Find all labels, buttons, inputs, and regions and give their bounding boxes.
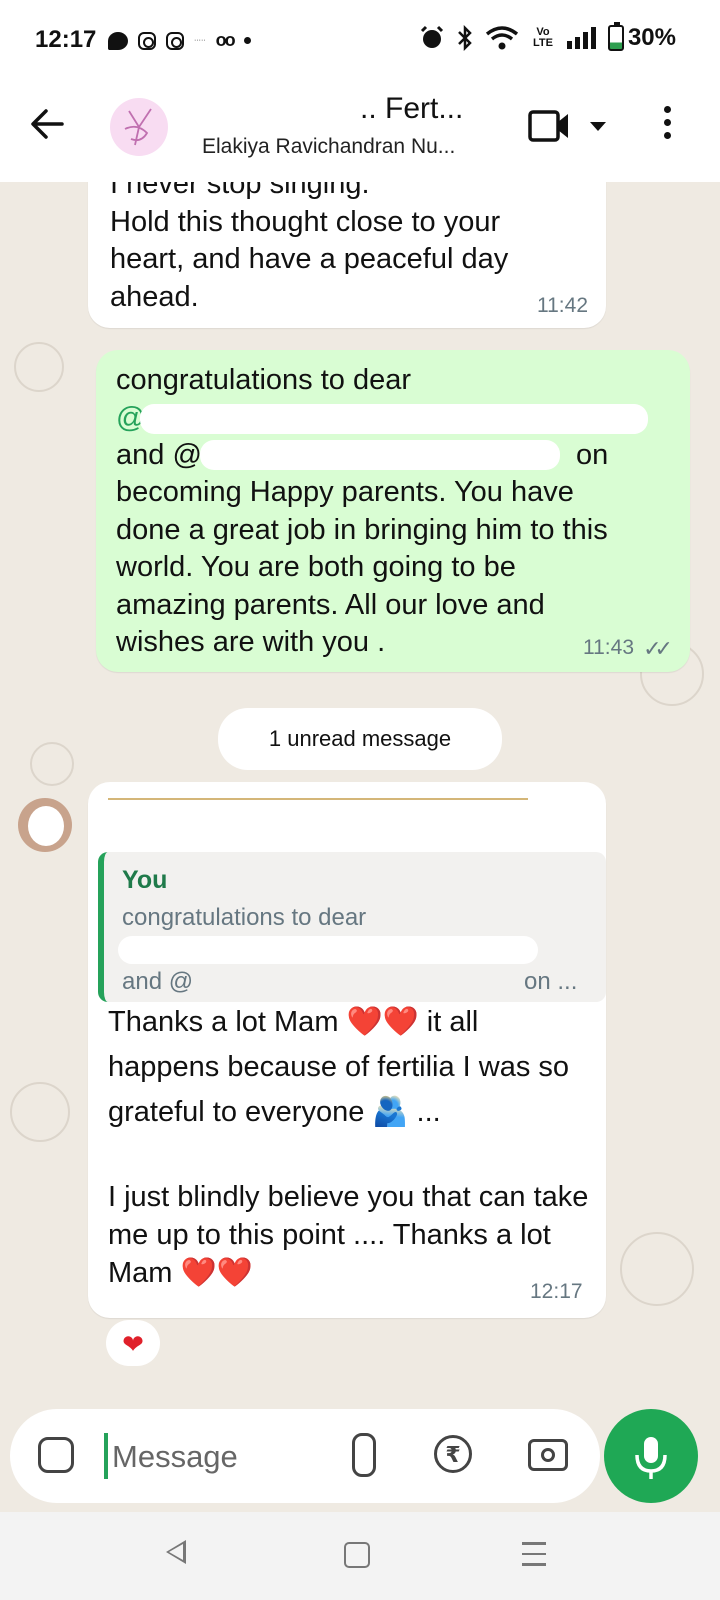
- message-line-3-prefix: and @: [116, 439, 202, 471]
- redaction: [194, 968, 514, 998]
- more-options-icon[interactable]: [664, 106, 671, 139]
- battery-percent: 30%: [627, 24, 676, 51]
- sticker-emoji-icon[interactable]: [38, 1437, 74, 1473]
- message-time: 11:42: [537, 294, 588, 317]
- logo-icon: [124, 108, 152, 146]
- nav-home-icon[interactable]: [344, 1542, 370, 1568]
- wifi-icon: [485, 26, 519, 50]
- app-notification-icon: ·····: [194, 37, 206, 44]
- redaction: [200, 440, 560, 470]
- sender-name-redacted: [108, 798, 528, 806]
- quote-author: You: [122, 866, 168, 894]
- chat-header: .. Fert... Elakiya Ravichandran Nu...: [0, 82, 720, 182]
- video-call-icon[interactable]: [528, 108, 572, 144]
- status-bar: 12:17 ····· oo Vo LTE 30%: [0, 0, 720, 82]
- quote-line-3-prefix: and @: [122, 968, 194, 995]
- notification-icons: ····· oo: [108, 30, 251, 51]
- heart-reaction[interactable]: ❤: [106, 1320, 160, 1366]
- wallpaper-doodle: [30, 742, 74, 786]
- group-avatar[interactable]: [110, 98, 168, 156]
- message-input[interactable]: [110, 1433, 324, 1481]
- read-receipt-icon: ✓✓: [643, 636, 673, 661]
- chat-area[interactable]: I never stop singing. Hold this thought …: [0, 182, 720, 1512]
- camera-icon[interactable]: [528, 1439, 568, 1471]
- nav-recents-icon[interactable]: [522, 1542, 546, 1574]
- quote-line-1: congratulations to dear: [122, 904, 367, 931]
- message-text: I never stop singing. Hold this thought …: [110, 182, 509, 313]
- chat-title[interactable]: .. Fert...: [360, 92, 463, 126]
- wallpaper-doodle: [14, 342, 64, 392]
- reply-text-2: I just blindly believe you that can take…: [108, 1181, 597, 1289]
- message-line-1: congratulations to dear: [116, 364, 412, 396]
- system-icons: Vo LTE 30%: [419, 22, 676, 52]
- more-notifications-icon: [243, 37, 251, 44]
- message-line-3-suffix: on: [576, 439, 609, 471]
- redaction: [118, 936, 538, 964]
- instagram-icon-2: [166, 31, 184, 50]
- outgoing-message-bubble[interactable]: congratulations to dear @ and @ on becom…: [96, 350, 690, 672]
- signal-icon: [566, 27, 596, 49]
- payment-rupee-icon[interactable]: ₹: [434, 1435, 472, 1473]
- message-time: 12:17: [530, 1280, 583, 1303]
- alarm-icon: [420, 25, 444, 48]
- quote-line-3-suffix: on ...: [524, 968, 578, 995]
- voice-message-button[interactable]: [604, 1409, 698, 1503]
- reply-text-1: Thanks a lot Mam ❤️❤️ it all happens bec…: [108, 1006, 578, 1128]
- status-time: 12:17: [35, 26, 97, 53]
- nav-back-icon[interactable]: [166, 1540, 186, 1564]
- wallpaper-doodle: [10, 1082, 70, 1142]
- attach-paperclip-icon[interactable]: [352, 1433, 376, 1477]
- text-cursor: [104, 1433, 108, 1479]
- bluetooth-icon: [458, 25, 472, 51]
- system-navigation-bar: [0, 1512, 720, 1600]
- volte-label: Vo LTE: [532, 26, 553, 49]
- unread-messages-divider: 1 unread message: [218, 708, 502, 770]
- chat-subtitle[interactable]: Elakiya Ravichandran Nu...: [202, 135, 455, 159]
- message-time: 11:43: [583, 636, 634, 659]
- redaction: [140, 404, 648, 434]
- incoming-message-bubble[interactable]: I never stop singing. Hold this thought …: [88, 182, 606, 328]
- infinity-icon: oo: [215, 30, 236, 50]
- message-body: becoming Happy parents. You have done a …: [116, 476, 616, 658]
- call-options-chevron-icon[interactable]: [590, 122, 606, 131]
- wallpaper-doodle: [620, 1232, 694, 1306]
- message-composer: ₹: [10, 1409, 600, 1503]
- battery-icon: [607, 22, 624, 51]
- instagram-icon: [138, 31, 156, 50]
- chat-notification-icon: [108, 31, 128, 50]
- microphone-icon: [635, 1437, 667, 1479]
- sender-avatar[interactable]: [18, 798, 72, 852]
- quoted-message[interactable]: You congratulations to dear and @ on ...: [98, 852, 606, 1002]
- back-arrow-icon[interactable]: [28, 104, 68, 144]
